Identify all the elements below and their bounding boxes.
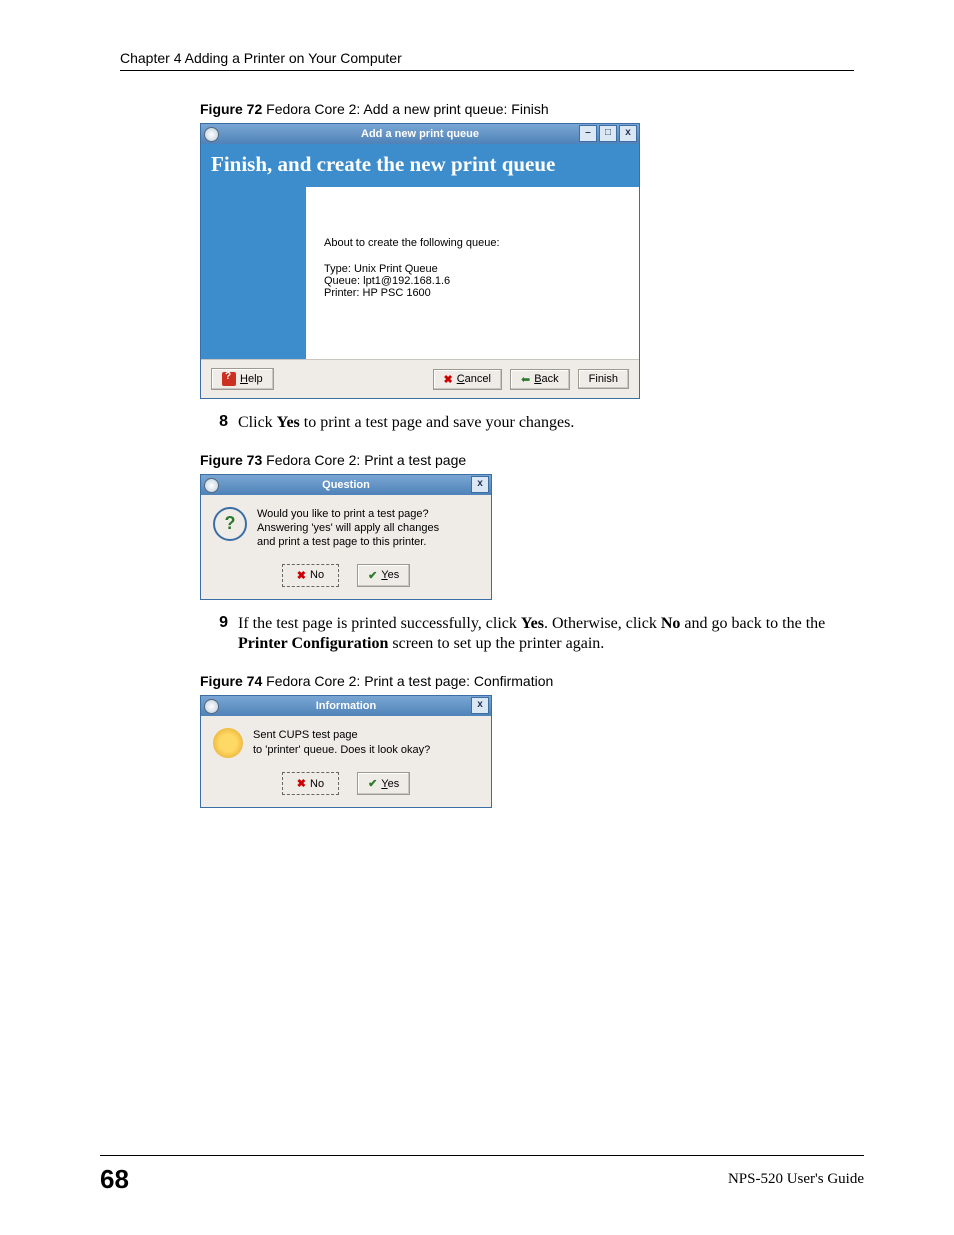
step-9-number: 9: [200, 614, 228, 656]
dialog-body: ? Would you like to print a test page? A…: [201, 495, 491, 558]
figure-72-caption: Figure 72 Fedora Core 2: Add a new print…: [200, 101, 854, 117]
step8-yes: Yes: [277, 414, 300, 431]
step9-post1: and go back to the the: [680, 615, 825, 632]
yes-button-74[interactable]: ✔ Yes: [357, 772, 410, 795]
help-button[interactable]: Help: [211, 368, 274, 390]
finish-label: Finish: [589, 373, 618, 385]
step-8-text: Click Yes to print a test page and save …: [238, 413, 854, 434]
dlg74-line1: Sent CUPS test page: [253, 728, 430, 742]
back-button[interactable]: ⬅ Back: [510, 369, 570, 390]
step9-no: No: [661, 615, 681, 632]
no-icon-74: ✖: [297, 777, 306, 790]
guide-name: NPS-520 User's Guide: [728, 1171, 864, 1188]
fig73-text: Fedora Core 2: Print a test page: [262, 452, 466, 468]
dialog-titlebar-74[interactable]: Information x: [201, 696, 491, 716]
no-icon: ✖: [297, 569, 306, 582]
maximize-button[interactable]: □: [599, 125, 617, 142]
page-footer: 68 NPS-520 User's Guide: [100, 1155, 864, 1195]
wizard-body: About to create the following queue: Typ…: [201, 187, 639, 359]
dialog-body-74: 💡 Sent CUPS test page to 'printer' queue…: [201, 716, 491, 766]
dlg73-line2: Answering 'yes' will apply all changes: [257, 521, 439, 535]
step-9-text: If the test page is printed successfully…: [238, 614, 854, 656]
window-controls: – □ x: [579, 125, 637, 142]
wizard-banner: Finish, and create the new print queue: [201, 144, 639, 187]
wizard-printer: Printer: HP PSC 1600: [324, 287, 621, 299]
dialog-text: Would you like to print a test page? Ans…: [257, 507, 439, 550]
yes-button[interactable]: ✔ Yes: [357, 564, 410, 587]
minimize-button[interactable]: –: [579, 125, 597, 142]
dialog-title-74: Information: [316, 700, 377, 712]
dialog-titlebar[interactable]: Question x: [201, 475, 491, 495]
step9-post2: screen to set up the printer again.: [388, 635, 604, 652]
step9-pc: Printer Configuration: [238, 635, 388, 652]
wizard-left-panel: [201, 187, 306, 359]
dialog-text-74: Sent CUPS test page to 'printer' queue. …: [253, 728, 430, 758]
help-icon: [222, 372, 236, 386]
question-dialog: Question x ? Would you like to print a t…: [200, 474, 492, 600]
fig72-text: Fedora Core 2: Add a new print queue: Fi…: [262, 101, 548, 117]
help-label: H: [240, 373, 248, 385]
dialog-footer-74: ✖ No ✔ Yes: [201, 766, 491, 807]
cancel-button[interactable]: ✖ Cancel: [433, 369, 502, 390]
dialog-app-icon-74: [204, 699, 219, 714]
close-icon: ✖: [444, 373, 453, 386]
figure-74-caption: Figure 74 Fedora Core 2: Print a test pa…: [200, 673, 854, 689]
dialog-title: Question: [322, 479, 370, 491]
window-titlebar[interactable]: Add a new print queue – □ x: [201, 124, 639, 144]
step-8: 8 Click Yes to print a test page and sav…: [200, 413, 854, 434]
fig74-text: Fedora Core 2: Print a test page: Confir…: [262, 673, 553, 689]
chapter-header: Chapter 4 Adding a Printer on Your Compu…: [120, 50, 854, 66]
fig72-label: Figure 72: [200, 101, 262, 117]
window-app-icon: [204, 127, 219, 142]
wizard-queue: Queue: lpt1@192.168.1.6: [324, 275, 621, 287]
dlg74-line2: to 'printer' queue. Does it look okay?: [253, 743, 430, 757]
step8-pre: Click: [238, 414, 277, 431]
question-icon: ?: [213, 507, 247, 541]
dialog-footer: ✖ No ✔ Yes: [201, 558, 491, 599]
dlg73-line3: and print a test page to this printer.: [257, 535, 439, 549]
wizard-right-panel: About to create the following queue: Typ…: [306, 187, 639, 359]
check-icon: ✔: [368, 569, 377, 582]
step9-pre: If the test page is printed successfully…: [238, 615, 521, 632]
check-icon-74: ✔: [368, 777, 377, 790]
close-button[interactable]: x: [619, 125, 637, 142]
dialog-app-icon: [204, 478, 219, 493]
fig73-label: Figure 73: [200, 452, 262, 468]
no-button-74[interactable]: ✖ No: [282, 772, 339, 795]
page-number: 68: [100, 1164, 129, 1195]
window-title: Add a new print queue: [361, 128, 479, 140]
step9-mid: . Otherwise, click: [544, 615, 661, 632]
add-print-queue-window: Add a new print queue – □ x Finish, and …: [200, 123, 640, 399]
wizard-footer: Help ✖ Cancel ⬅ Back Finish: [201, 359, 639, 398]
dialog-close-button[interactable]: x: [471, 476, 489, 493]
fig74-label: Figure 74: [200, 673, 262, 689]
wizard-type: Type: Unix Print Queue: [324, 263, 621, 275]
wizard-msg: About to create the following queue:: [324, 237, 621, 249]
step8-post: to print a test page and save your chang…: [300, 414, 575, 431]
finish-button[interactable]: Finish: [578, 369, 629, 389]
no-button[interactable]: ✖ No: [282, 564, 339, 587]
step-8-number: 8: [200, 413, 228, 434]
step-9: 9 If the test page is printed successful…: [200, 614, 854, 656]
back-arrow-icon: ⬅: [521, 373, 530, 386]
step9-yes: Yes: [521, 615, 544, 632]
dialog-close-button-74[interactable]: x: [471, 697, 489, 714]
footer-rule: [100, 1155, 864, 1156]
dlg73-line1: Would you like to print a test page?: [257, 507, 439, 521]
header-rule: [120, 70, 854, 71]
lightbulb-icon: 💡: [213, 728, 243, 758]
figure-73-caption: Figure 73 Fedora Core 2: Print a test pa…: [200, 452, 854, 468]
information-dialog: Information x 💡 Sent CUPS test page to '…: [200, 695, 492, 808]
